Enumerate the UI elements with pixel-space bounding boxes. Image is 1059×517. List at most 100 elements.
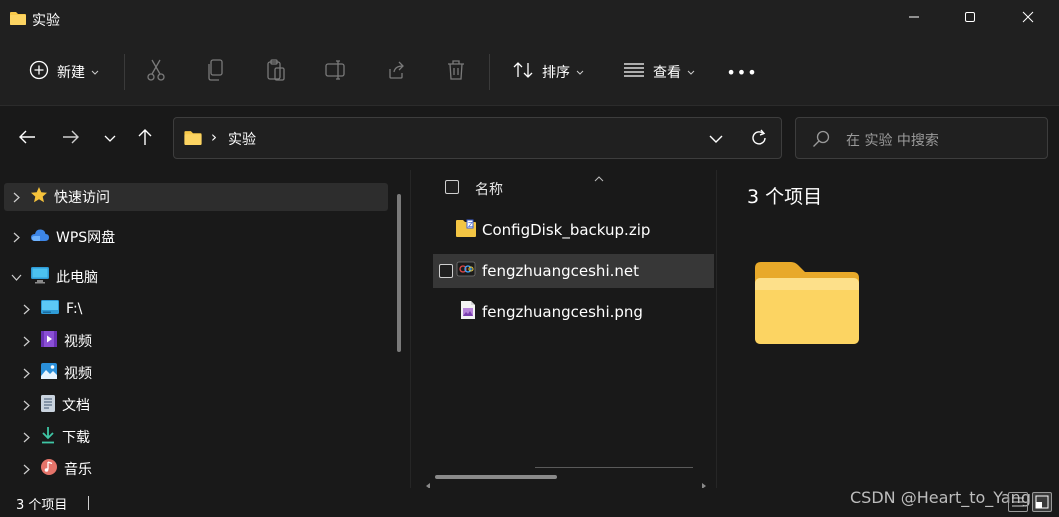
sidebar-item-videos[interactable]: 视频 [4, 327, 388, 355]
chevron-right-icon[interactable] [18, 336, 34, 347]
details-view-button[interactable] [1008, 492, 1028, 512]
chevron-right-icon[interactable] [18, 368, 34, 379]
monitor-icon [30, 266, 50, 288]
chevron-right-icon[interactable] [8, 192, 24, 203]
drive-icon [40, 299, 60, 319]
status-item-count: 3 个项目 [16, 498, 68, 513]
up-button[interactable] [130, 124, 160, 154]
maximize-button[interactable] [942, 0, 998, 38]
sidebar-item-drive-f[interactable]: F:\ [4, 295, 388, 323]
copy-icon [206, 59, 226, 85]
sort-ascending-icon [594, 170, 604, 186]
minimize-icon [908, 11, 920, 27]
chevron-down-icon [576, 64, 584, 80]
chevron-down-icon [687, 64, 695, 80]
row-checkbox[interactable] [439, 264, 453, 278]
recent-locations-button[interactable] [95, 124, 125, 154]
view-button[interactable]: 查看 [617, 52, 701, 92]
sidebar-item-label: F:\ [66, 301, 83, 317]
copy-button[interactable] [200, 52, 232, 92]
navigation-bar: › 实验 在 实验 中搜索 [0, 106, 1059, 170]
sidebar-item-label: 文档 [62, 398, 90, 414]
file-name: ConfigDisk_backup.zip [482, 221, 651, 239]
title-bar: 实验 [0, 0, 1059, 38]
horizontal-scrollbar[interactable] [435, 475, 557, 479]
details-item-count: 3 个项目 [747, 186, 823, 208]
svg-text:Z: Z [468, 221, 473, 229]
refresh-icon[interactable] [750, 129, 768, 151]
sidebar-item-label: WPS网盘 [56, 230, 116, 246]
toolbar-divider [489, 54, 490, 90]
sort-button[interactable]: 排序 [506, 52, 590, 92]
column-header-name[interactable]: 名称 [475, 179, 503, 199]
document-icon [40, 394, 56, 417]
cloud-icon [30, 228, 50, 246]
sidebar-item-this-pc[interactable]: 此电脑 [4, 263, 388, 291]
paste-icon [266, 59, 286, 85]
sidebar-item-documents[interactable]: 文档 [4, 391, 388, 419]
delete-icon [446, 59, 466, 85]
sidebar-item-wps-cloud[interactable]: WPS网盘 [4, 223, 388, 251]
file-row-configdisk[interactable]: Z ConfigDisk_backup.zip [433, 213, 714, 247]
file-row-net[interactable]: fengzhuangceshi.net [433, 254, 714, 288]
rename-button[interactable] [320, 52, 352, 92]
view-list-icon [623, 62, 645, 82]
large-icons-view-button[interactable] [1032, 492, 1052, 512]
address-bar[interactable]: › 实验 [173, 117, 782, 159]
file-name: fengzhuangceshi.net [482, 262, 639, 280]
sidebar-item-label: 快速访问 [54, 190, 110, 206]
sort-label: 排序 [542, 65, 570, 81]
chevron-right-icon[interactable] [8, 232, 24, 243]
sidebar-item-quick-access[interactable]: 快速访问 [4, 183, 388, 211]
sidebar-item-pictures[interactable]: 视频 [4, 359, 388, 387]
arrow-right-icon [62, 129, 80, 149]
breadcrumb-current[interactable]: 实验 [228, 129, 256, 149]
more-options-button[interactable]: ••• [726, 52, 758, 92]
chevron-right-icon[interactable] [18, 304, 34, 315]
sidebar-item-music[interactable]: 音乐 [4, 455, 388, 483]
chevron-down-icon[interactable] [8, 274, 24, 281]
share-button[interactable] [380, 52, 412, 92]
chevron-down-icon [104, 131, 116, 147]
sidebar-scrollbar[interactable] [397, 194, 401, 352]
chevron-right-icon[interactable] [18, 400, 34, 411]
maximize-icon [964, 11, 976, 27]
grid-view-icon [1033, 495, 1051, 515]
minimize-button[interactable] [886, 0, 942, 38]
net-file-icon [456, 260, 476, 282]
folder-icon [184, 130, 202, 149]
chevron-right-icon[interactable] [18, 432, 34, 443]
new-label: 新建 [57, 65, 85, 81]
details-pane: 3 个项目 [716, 170, 1059, 488]
large-folder-icon [753, 258, 861, 350]
search-placeholder: 在 实验 中搜索 [846, 133, 939, 149]
watermark-text: CSDN @Heart_to_Yang [850, 488, 1031, 507]
details-view-icon [1009, 497, 1027, 515]
status-divider [88, 496, 89, 510]
add-circle-icon [29, 60, 49, 84]
new-button[interactable]: 新建 [22, 52, 106, 92]
arrow-left-icon [18, 129, 36, 149]
image-file-icon [460, 300, 476, 324]
view-label: 查看 [653, 65, 681, 81]
cut-button[interactable] [140, 52, 172, 92]
rename-icon [325, 60, 347, 84]
close-button[interactable] [1000, 0, 1056, 38]
select-all-checkbox[interactable] [445, 180, 459, 194]
file-row-png[interactable]: fengzhuangceshi.png [433, 295, 714, 329]
back-button[interactable] [12, 124, 42, 154]
forward-button[interactable] [56, 124, 86, 154]
paste-button[interactable] [260, 52, 292, 92]
file-list: 名称 Z ConfigDisk_backup.zip fengzhuangces… [410, 170, 716, 489]
command-bar: 新建 排序 查看 ••• [0, 38, 1059, 106]
file-name: fengzhuangceshi.png [482, 303, 643, 321]
download-icon [40, 426, 56, 448]
window-title: 实验 [32, 13, 60, 29]
sidebar-item-downloads[interactable]: 下载 [4, 423, 388, 451]
search-box[interactable]: 在 实验 中搜索 [795, 117, 1048, 159]
chevron-right-icon[interactable] [18, 464, 34, 475]
sidebar-item-label: 音乐 [64, 462, 92, 478]
address-history-chevron-icon[interactable] [709, 132, 723, 148]
toolbar-divider [124, 54, 125, 90]
delete-button[interactable] [440, 52, 472, 92]
